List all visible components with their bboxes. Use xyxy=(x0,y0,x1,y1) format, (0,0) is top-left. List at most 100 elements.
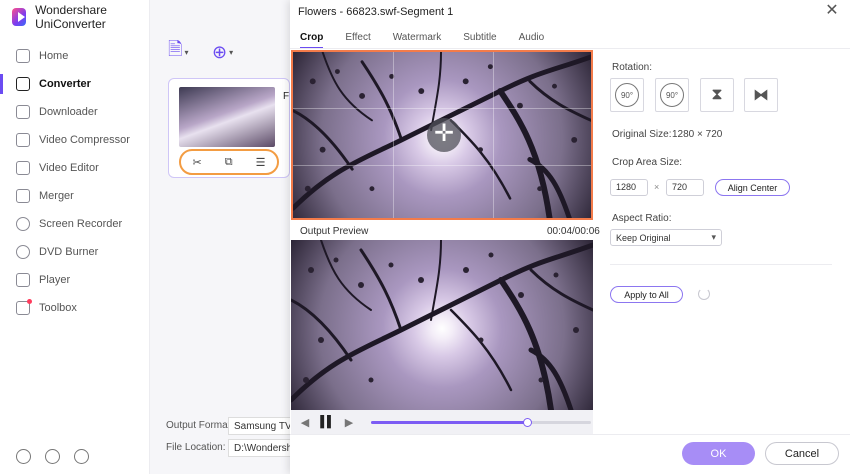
crop-area-label: Crop Area Size: xyxy=(612,157,683,168)
add-file-icon: 🗎 xyxy=(168,39,183,59)
edit-tools: ✂ ⧉ ☰ xyxy=(179,149,279,175)
aspect-ratio-select[interactable]: Keep Original xyxy=(610,229,722,246)
sidebar-item-label: Video Editor xyxy=(39,162,99,174)
app-name: Wondershare UniConverter xyxy=(35,3,107,31)
file-name: F xyxy=(283,91,290,102)
rotate-left-button[interactable]: 90° xyxy=(610,78,644,112)
chevron-down-icon: ▾ xyxy=(229,47,234,57)
pause-icon[interactable]: ▌▌ xyxy=(319,416,335,428)
file-location-field[interactable]: D:\Wondershare xyxy=(228,439,298,457)
notification-bell-icon[interactable] xyxy=(45,449,60,464)
rotate-right-icon: 90° xyxy=(660,83,684,107)
help-icon[interactable] xyxy=(16,449,31,464)
video-thumbnail xyxy=(179,87,275,147)
tab-crop[interactable]: Crop xyxy=(300,32,324,49)
output-preview xyxy=(291,240,593,410)
trim-scissors-icon[interactable]: ✂ xyxy=(193,156,202,169)
tabs-divider xyxy=(290,48,850,49)
sidebar-item-label: Downloader xyxy=(39,106,98,118)
sidebar-item-screen-recorder[interactable]: Screen Recorder xyxy=(0,210,150,238)
rotation-label: Rotation: xyxy=(612,62,653,73)
sidebar-item-downloader[interactable]: Downloader xyxy=(0,98,150,126)
sidebar-item-converter[interactable]: Converter xyxy=(0,70,150,98)
add-media-button[interactable]: ⊕ ▾ xyxy=(212,42,242,62)
edit-dialog: Flowers - 66823.swf-Segment 1 ✕ Crop Eff… xyxy=(290,0,850,474)
player-controls: ◀ ▌▌ ▶ xyxy=(291,410,593,434)
sidebar-item-label: Merger xyxy=(39,190,74,202)
compress-icon xyxy=(16,133,30,147)
panel-divider xyxy=(610,264,832,265)
add-media-icon: ⊕ xyxy=(212,41,228,62)
branches-image xyxy=(291,240,593,410)
original-size-label: Original Size: xyxy=(612,129,672,140)
sidebar-item-label: Converter xyxy=(39,78,91,90)
tab-effect[interactable]: Effect xyxy=(345,32,370,49)
add-files-button[interactable]: 🗎 ▾ xyxy=(168,39,198,62)
dialog-tabs: Crop Effect Watermark Subtitle Audio xyxy=(300,32,544,49)
converter-icon xyxy=(16,77,30,91)
playback-handle[interactable] xyxy=(523,418,533,427)
dvd-icon xyxy=(16,245,30,259)
app-sidebar: Wondershare UniConverter Home Converter … xyxy=(0,0,150,474)
output-format-row: Output Format: Samsung TV xyxy=(166,417,298,435)
feedback-icon[interactable] xyxy=(74,449,89,464)
apply-to-all-button[interactable]: Apply to All xyxy=(610,286,683,303)
refresh-icon[interactable] xyxy=(698,288,710,300)
playback-slider[interactable] xyxy=(371,418,591,427)
crop-guide xyxy=(293,108,591,109)
crop-times-sign: × xyxy=(654,182,660,192)
sidebar-item-label: Home xyxy=(39,50,69,62)
tab-audio[interactable]: Audio xyxy=(519,32,545,49)
toolbox-icon xyxy=(16,299,32,315)
dialog-title: Flowers - 66823.swf-Segment 1 xyxy=(298,6,454,18)
crop-icon[interactable]: ⧉ xyxy=(225,156,233,169)
crop-height-input[interactable]: 720 xyxy=(666,179,704,196)
sidebar-item-video-editor[interactable]: Video Editor xyxy=(0,154,150,182)
sidebar-item-video-compressor[interactable]: Video Compressor xyxy=(0,126,150,154)
tab-subtitle[interactable]: Subtitle xyxy=(463,32,496,49)
cancel-button[interactable]: Cancel xyxy=(765,442,839,465)
output-preview-label: Output Preview xyxy=(300,226,369,237)
sidebar-item-label: Toolbox xyxy=(39,302,77,314)
rotate-right-button[interactable]: 90° xyxy=(655,78,689,112)
aspect-ratio-label: Aspect Ratio: xyxy=(612,213,672,224)
crop-guide xyxy=(293,165,591,166)
sidebar-item-player[interactable]: Player xyxy=(0,266,150,294)
file-location-row: File Location: D:\Wondershare xyxy=(166,439,298,457)
home-icon xyxy=(16,49,30,63)
sidebar-item-label: DVD Burner xyxy=(39,246,99,258)
flip-horizontal-icon: ⧗ xyxy=(711,86,723,103)
sidebar-item-merger[interactable]: Merger xyxy=(0,182,150,210)
flip-vertical-button[interactable]: ⧓ xyxy=(744,78,778,112)
flip-horizontal-button[interactable]: ⧗ xyxy=(700,78,734,112)
sidebar-item-home[interactable]: Home xyxy=(0,42,150,70)
crop-move-icon[interactable]: ✛ xyxy=(427,118,461,152)
output-format-label: Output Format: xyxy=(166,420,234,431)
chevron-down-icon: ▾ xyxy=(184,47,189,57)
sidebar-item-toolbox[interactable]: Toolbox xyxy=(0,294,150,322)
align-center-button[interactable]: Align Center xyxy=(715,179,790,196)
close-icon[interactable]: ✕ xyxy=(824,3,840,19)
sidebar-item-label: Video Compressor xyxy=(39,134,130,146)
file-card[interactable]: F ✂ ⧉ ☰ xyxy=(168,78,290,178)
app-title-bar: Wondershare UniConverter xyxy=(12,3,149,31)
next-frame-icon[interactable]: ▶ xyxy=(341,416,357,429)
preview-time: 00:04/00:06 xyxy=(547,226,600,237)
sidebar-nav: Home Converter Downloader Video Compress… xyxy=(0,42,150,322)
sidebar-item-dvd-burner[interactable]: DVD Burner xyxy=(0,238,150,266)
previous-frame-icon[interactable]: ◀ xyxy=(297,416,313,429)
screen-recorder-icon xyxy=(16,217,30,231)
converter-area: 🗎▾ ⊕▾ F ✂ ⧉ ☰ ◀ Output Format: Samsung T… xyxy=(150,0,302,474)
crop-guide xyxy=(393,52,394,218)
crop-guide xyxy=(493,52,494,218)
player-icon xyxy=(16,273,30,287)
output-format-select[interactable]: Samsung TV xyxy=(228,417,298,435)
sidebar-item-label: Screen Recorder xyxy=(39,218,123,230)
crop-canvas[interactable]: ✛ xyxy=(291,50,593,220)
merger-icon xyxy=(16,189,30,203)
crop-width-input[interactable]: 1280 xyxy=(610,179,648,196)
ok-button[interactable]: OK xyxy=(682,442,755,465)
effects-sliders-icon[interactable]: ☰ xyxy=(256,156,266,169)
tab-watermark[interactable]: Watermark xyxy=(393,32,442,49)
sidebar-item-label: Player xyxy=(39,274,71,286)
